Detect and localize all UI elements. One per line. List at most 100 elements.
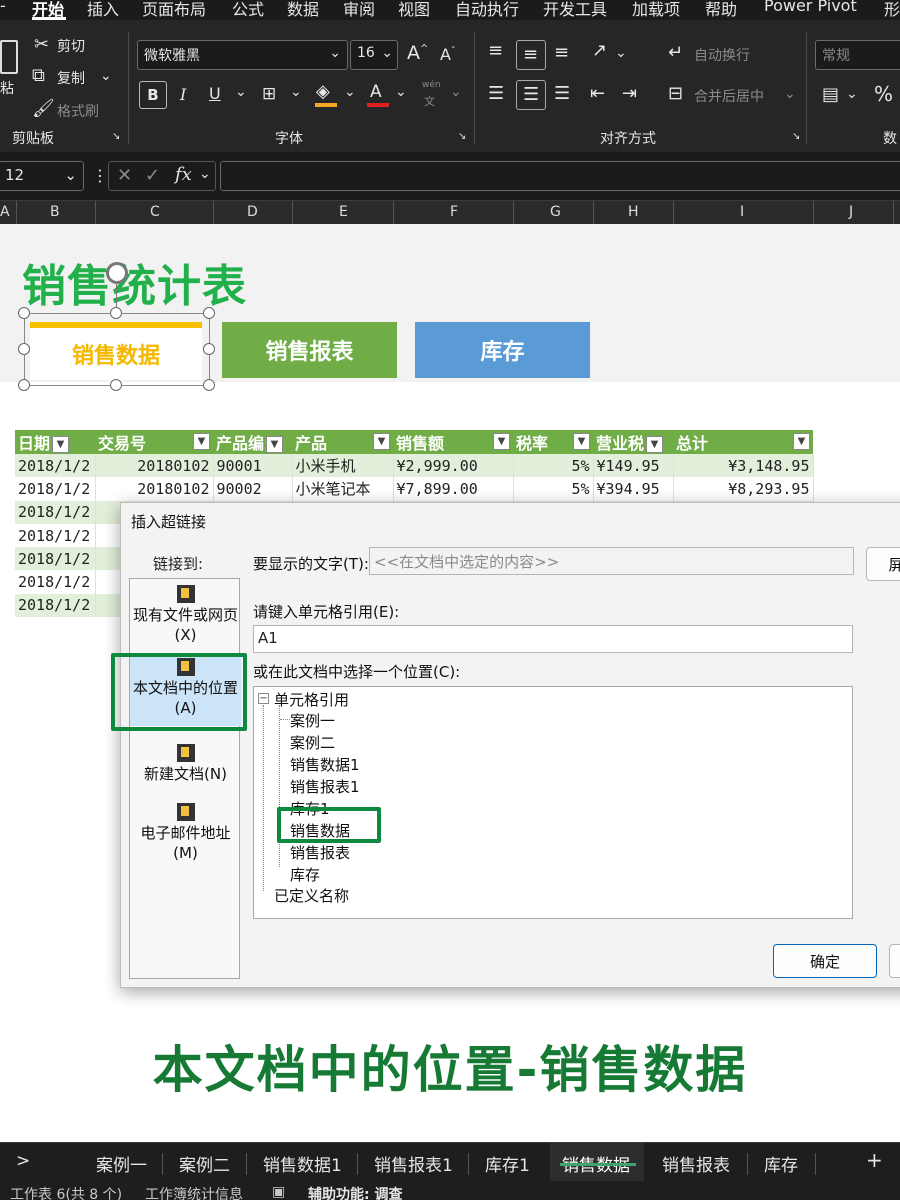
merge-center-button[interactable]: 合并后居中 [694, 86, 764, 106]
italic-button[interactable]: I [180, 85, 186, 104]
cell-tax-rate[interactable]: 5% [513, 454, 594, 478]
ok-button[interactable]: 确定 [773, 944, 877, 978]
sheet-tab[interactable]: 销售报表1 [374, 1151, 453, 1176]
phonetic-bottom[interactable]: 文 [424, 93, 435, 109]
accessibility-status[interactable]: 辅助功能: 调查 [308, 1184, 402, 1200]
cell-date[interactable]: 2018/1/2 [15, 593, 96, 618]
copy-dropdown-chevron-icon[interactable]: ⌄ [100, 68, 112, 84]
resize-handle[interactable] [203, 343, 215, 355]
sheet-tab[interactable]: 库存 [764, 1151, 798, 1176]
enter-icon[interactable]: ✓ [145, 165, 160, 186]
column-header-c[interactable]: C [150, 204, 160, 220]
column-header-h[interactable]: H [628, 204, 639, 220]
borders-dropdown-chevron-icon[interactable]: ⌄ [290, 84, 302, 100]
header-cell[interactable]: 日期 ▼ [15, 430, 95, 454]
merge-chevron-icon[interactable]: ⌄ [784, 86, 796, 102]
scroll-tabs-chevron-icon[interactable]: > [16, 1151, 30, 1171]
cell-total[interactable]: ¥3,148.95 [673, 454, 814, 478]
cell-transaction[interactable]: 20180102 [95, 477, 214, 501]
cell-transaction[interactable]: 20180102 [95, 454, 214, 478]
menu-review[interactable]: 审阅 [343, 0, 375, 20]
menu-automate[interactable]: 自动执行 [455, 0, 519, 20]
decrease-indent-icon[interactable]: ⇤ [590, 85, 605, 103]
column-header-b[interactable]: B [50, 204, 60, 220]
name-box[interactable]: 12 ⌄ [0, 161, 84, 191]
cell-date[interactable]: 2018/1/2 [15, 523, 96, 548]
cell-date[interactable]: 2018/1/2 [15, 500, 96, 524]
menu-developer[interactable]: 开发工具 [543, 0, 607, 20]
filter-dropdown-icon[interactable]: ▼ [373, 433, 390, 450]
cell-total[interactable]: ¥8,293.95 [673, 477, 814, 501]
menu-power-pivot[interactable]: Power Pivot [764, 0, 857, 15]
filter-dropdown-icon[interactable]: ▼ [266, 436, 284, 453]
filter-dropdown-icon[interactable]: ▼ [793, 433, 810, 450]
underline-button[interactable]: U [209, 84, 221, 103]
font-size-select[interactable]: 16 ⌄ [350, 40, 398, 70]
filter-dropdown-icon[interactable]: ▼ [193, 433, 210, 450]
align-right-icon[interactable]: ☰ [554, 85, 570, 103]
column-header-g[interactable]: G [550, 204, 561, 220]
increase-font-button[interactable]: A^ [407, 42, 428, 64]
paste-icon[interactable] [0, 40, 18, 74]
cell-sales[interactable]: ¥2,999.00 [393, 454, 514, 478]
column-header-i[interactable]: I [740, 204, 744, 220]
currency-icon[interactable]: ▤ [822, 86, 839, 104]
filter-dropdown-icon[interactable]: ▼ [573, 433, 590, 450]
header-cell[interactable]: 营业税 ▼ [593, 430, 673, 454]
link-type-email[interactable]: 电子邮件地址(M) [130, 803, 241, 863]
cut-button[interactable]: 剪切 [57, 36, 85, 56]
cancel-button-partial[interactable] [889, 944, 900, 978]
cell-product-code[interactable]: 90001 [213, 454, 293, 478]
column-header-e[interactable]: E [339, 204, 348, 220]
more-options-icon[interactable]: ⋮ [92, 166, 108, 185]
orientation-icon[interactable]: ↗ [592, 42, 607, 60]
filter-dropdown-icon[interactable]: ▼ [493, 433, 510, 450]
header-cell[interactable]: 交易号 ▼ [95, 430, 213, 454]
borders-icon[interactable]: ⊞ [262, 85, 276, 103]
tree-item[interactable]: 销售数据1 [290, 754, 360, 775]
fill-color-icon[interactable]: ◈ [316, 83, 330, 101]
merge-center-icon[interactable]: ⊟ [668, 85, 683, 103]
align-top-icon[interactable]: ≡ [488, 42, 503, 60]
tree-item[interactable]: 销售报表1 [290, 776, 360, 797]
rotate-handle-icon[interactable] [106, 262, 128, 284]
cell-tax[interactable]: ¥149.95 [593, 454, 674, 478]
cell-product-code[interactable]: 90002 [213, 477, 293, 501]
header-cell[interactable]: 总计 ▼ [673, 430, 813, 454]
menu-insert[interactable]: 插入 [87, 0, 119, 20]
tree-root-defined-names[interactable]: 已定义名称 [274, 885, 349, 906]
phonetic-chevron-icon[interactable]: ⌄ [450, 84, 462, 100]
cell-tax-rate[interactable]: 5% [513, 477, 594, 501]
paste-label[interactable]: 粘 [0, 78, 14, 98]
fx-chevron-icon[interactable]: ⌄ [199, 166, 211, 182]
cell-product[interactable]: 小米笔记本 [292, 477, 394, 501]
cancel-icon[interactable]: ✕ [117, 165, 132, 186]
cell-date[interactable]: 2018/1/2 [15, 454, 96, 478]
menu-page-layout[interactable]: 页面布局 [142, 0, 206, 20]
orientation-chevron-icon[interactable]: ⌄ [615, 45, 627, 61]
tree-root-cell-reference[interactable]: 单元格引用 [274, 689, 349, 710]
filter-dropdown-icon[interactable]: ▼ [52, 436, 70, 453]
link-type-new-document[interactable]: 新建文档(N) [130, 744, 241, 784]
menu-help[interactable]: 帮助 [705, 0, 737, 20]
header-cell[interactable]: 产品编 ▼ [213, 430, 292, 454]
resize-handle[interactable] [18, 307, 30, 319]
cell-product[interactable]: 小米手机 [292, 454, 394, 478]
resize-handle[interactable] [110, 379, 122, 391]
format-painter-icon[interactable]: 🖌 [32, 100, 55, 118]
column-header-j[interactable]: J [849, 204, 853, 220]
menu-data[interactable]: 数据 [287, 0, 319, 20]
percent-button[interactable]: % [874, 82, 893, 106]
nav-button-sales-report[interactable]: 销售报表 [222, 322, 397, 378]
font-launcher-icon[interactable]: ↘ [458, 131, 466, 142]
tree-item[interactable]: 案例一 [290, 710, 335, 731]
font-color-chevron-icon[interactable]: ⌄ [395, 84, 407, 100]
column-header-d[interactable]: D [247, 204, 258, 220]
cell-date[interactable]: 2018/1/2 [15, 477, 96, 501]
underline-dropdown-chevron-icon[interactable]: ⌄ [235, 84, 247, 100]
collapse-icon[interactable]: − [258, 693, 269, 704]
resize-handle[interactable] [110, 307, 122, 319]
format-painter-button[interactable]: 格式刷 [57, 101, 99, 121]
header-cell[interactable]: 税率 ▼ [513, 430, 593, 454]
clipboard-launcher-icon[interactable]: ↘ [112, 131, 120, 142]
